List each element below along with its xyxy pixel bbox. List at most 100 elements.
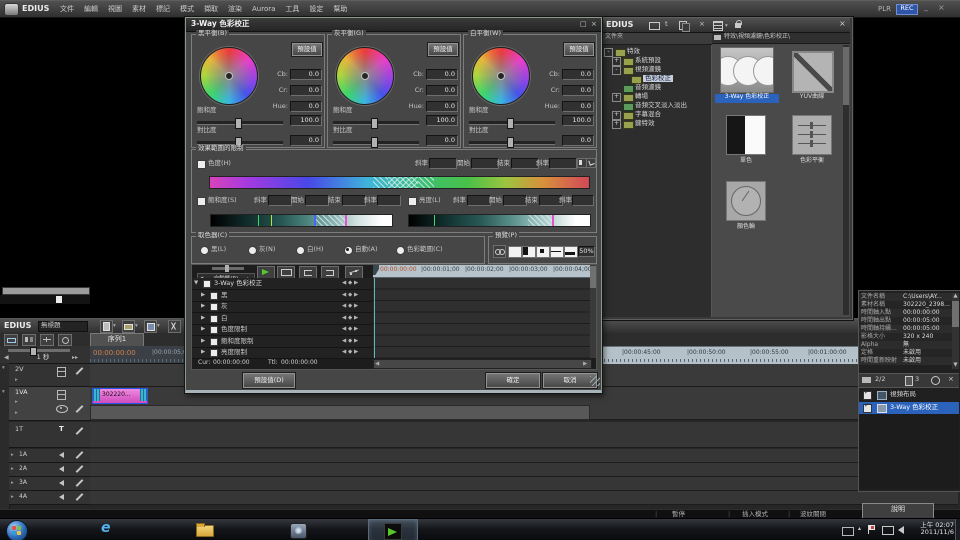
delete-icon[interactable]: ×	[699, 20, 705, 28]
menu-view[interactable]: 視圖	[108, 5, 122, 13]
sat-end-field[interactable]	[342, 195, 366, 206]
menu-marker[interactable]: 標記	[156, 5, 170, 13]
snap-icon[interactable]	[58, 334, 72, 346]
kf-mini-slider-thumb[interactable]	[225, 265, 229, 272]
checkbox-checked[interactable]: ✓	[863, 391, 872, 400]
hue-field[interactable]: 0.0	[562, 101, 594, 112]
clip-302220[interactable]: 302220...	[92, 388, 148, 404]
color-balance-thumbnail[interactable]	[792, 115, 832, 155]
save-dropdown-icon[interactable]: ▾	[157, 323, 160, 329]
contrast-slider-thumb[interactable]	[507, 137, 514, 148]
filter-label[interactable]: 視頻布局	[890, 391, 916, 398]
tray-flag-icon[interactable]	[868, 525, 876, 534]
info-scrollbar-thumb[interactable]	[952, 301, 959, 327]
pen-icon[interactable]	[76, 451, 84, 459]
hscroll-right-icon[interactable]: ▶	[583, 361, 587, 367]
sat-start-field[interactable]	[305, 195, 329, 206]
kf-vertical-scrollbar[interactable]	[590, 265, 596, 358]
speaker-icon[interactable]	[59, 494, 64, 500]
filter-row-layouter[interactable]: ✓ 視頻布局	[859, 389, 959, 401]
menu-capture[interactable]: 擷取	[204, 5, 218, 13]
hue-range-selection[interactable]	[418, 177, 433, 188]
expander-icon[interactable]: ▶	[201, 315, 205, 321]
minimize-button[interactable]: _	[924, 2, 928, 11]
kf-playhead-marker[interactable]	[373, 265, 379, 275]
new-sequence-dropdown-icon[interactable]: ▾	[113, 323, 116, 329]
lane-1a[interactable]	[90, 449, 958, 463]
pen-icon[interactable]	[76, 405, 84, 413]
effect-label[interactable]: YUV曲線	[784, 94, 840, 101]
radio-auto-label[interactable]: 自動(A)	[355, 246, 378, 253]
radio-white-label[interactable]: 白(H)	[307, 246, 323, 253]
contrast-slider-thumb[interactable]	[371, 137, 378, 148]
effect-item-yuv-curve[interactable]: YUV曲線	[784, 51, 842, 105]
lum-range-selection[interactable]	[528, 215, 552, 226]
kf-row-hue-limit[interactable]: ▶ 色度限制 ◀ ◆ ▶	[192, 324, 372, 336]
expander-icon[interactable]: ▶	[201, 338, 205, 344]
hue-range-bar[interactable]	[209, 176, 590, 189]
hue-field[interactable]: 0.0	[426, 101, 458, 112]
scroll-down-icon[interactable]: ▼	[952, 362, 959, 368]
speaker-icon[interactable]	[59, 480, 64, 486]
menu-clip[interactable]: 素材	[132, 5, 146, 13]
kf-nav-icons[interactable]: ◀ ◆ ▶	[342, 303, 358, 309]
expander-icon[interactable]: ▸	[15, 377, 18, 383]
track-header-4a[interactable]: ▸ 4A	[9, 491, 90, 505]
palette-close-button[interactable]: ×	[839, 19, 846, 28]
lane-2a[interactable]	[90, 463, 958, 477]
tree-expander[interactable]: +	[612, 93, 621, 102]
tree-label[interactable]: 特效	[627, 48, 640, 55]
dialog-titlebar[interactable]: 3-Way 色彩校正 □ ×	[186, 18, 601, 32]
tray-speaker-icon[interactable]	[898, 526, 904, 534]
kf-row-gray[interactable]: ▶ 灰 ◀ ◆ ▶	[192, 301, 372, 313]
saturation-slider-thumb[interactable]	[371, 118, 378, 129]
player-seek-strip[interactable]	[0, 295, 90, 304]
radio-gray-label[interactable]: 灰(N)	[259, 246, 275, 253]
cut-icon[interactable]	[168, 320, 181, 333]
timeline-zoom-level[interactable]: 1 秒	[28, 354, 58, 361]
kf-checkbox[interactable]	[210, 338, 218, 346]
track-header-2v[interactable]: 2V ▸	[9, 364, 90, 387]
new-sequence-icon[interactable]	[100, 320, 113, 333]
filter-remove-icon[interactable]: ×	[948, 375, 954, 383]
speaker-icon[interactable]	[59, 452, 64, 458]
white-wheel-center-handle[interactable]	[497, 72, 505, 80]
info-scrollbar[interactable]: ▲ ▼	[952, 293, 959, 369]
track-header-1va[interactable]: 1VA ▸ ▸	[9, 387, 90, 421]
hue-limit-checkbox[interactable]	[197, 160, 206, 169]
sat-slope-end-field[interactable]	[377, 195, 401, 206]
taskbar-item-edius-active[interactable]	[368, 519, 418, 540]
folder-icon[interactable]	[862, 377, 871, 383]
open-project-icon[interactable]	[122, 320, 135, 333]
move-up-icon[interactable]: t	[665, 20, 668, 28]
ok-button[interactable]: 確定	[486, 373, 540, 388]
preset-d-button[interactable]: 預設值(D)	[243, 373, 295, 388]
cb-field[interactable]: 0.0	[562, 69, 594, 80]
effect-label[interactable]: 單色	[718, 158, 774, 165]
sat-limit-checkbox[interactable]	[197, 197, 206, 206]
saturation-field[interactable]: 100.0	[562, 115, 594, 126]
tree-label[interactable]: 系統預設	[635, 57, 661, 64]
cr-field[interactable]: 0.0	[426, 85, 458, 96]
expander-icon[interactable]: ▸	[11, 480, 14, 486]
kf-checkbox[interactable]	[210, 292, 218, 300]
kf-row-lum-limit[interactable]: ▶ 亮度限制 ◀ ◆ ▶	[192, 347, 372, 359]
tray-display-icon[interactable]	[882, 526, 894, 535]
kf-vscroll-thumb[interactable]	[590, 266, 596, 288]
preview-zoom-field[interactable]: 50%	[578, 246, 595, 257]
tree-label[interactable]: 音頻濾鏡	[635, 84, 661, 91]
kf-horizontal-scrollbar[interactable]: ◀ ▶	[373, 359, 592, 369]
lane-1va-audio[interactable]	[90, 404, 958, 420]
kf-row-white[interactable]: ▶ 白 ◀ ◆ ▶	[192, 313, 372, 325]
source-channel-icon[interactable]	[57, 367, 66, 377]
kf-checkbox[interactable]	[210, 349, 218, 357]
black-wheel-center-handle[interactable]	[225, 72, 233, 80]
expander-icon[interactable]: ▼	[194, 280, 198, 286]
cr-field[interactable]: 0.0	[562, 85, 594, 96]
tray-clock[interactable]: 上午 02:07 2011/11/6	[908, 522, 954, 537]
menu-tools[interactable]: 工具	[285, 5, 299, 13]
tree-label[interactable]: 字幕混合	[635, 111, 661, 118]
pen-icon[interactable]	[76, 367, 84, 375]
taskbar-item-ie[interactable]: e	[86, 519, 134, 540]
player-progress-bar[interactable]	[2, 287, 90, 295]
